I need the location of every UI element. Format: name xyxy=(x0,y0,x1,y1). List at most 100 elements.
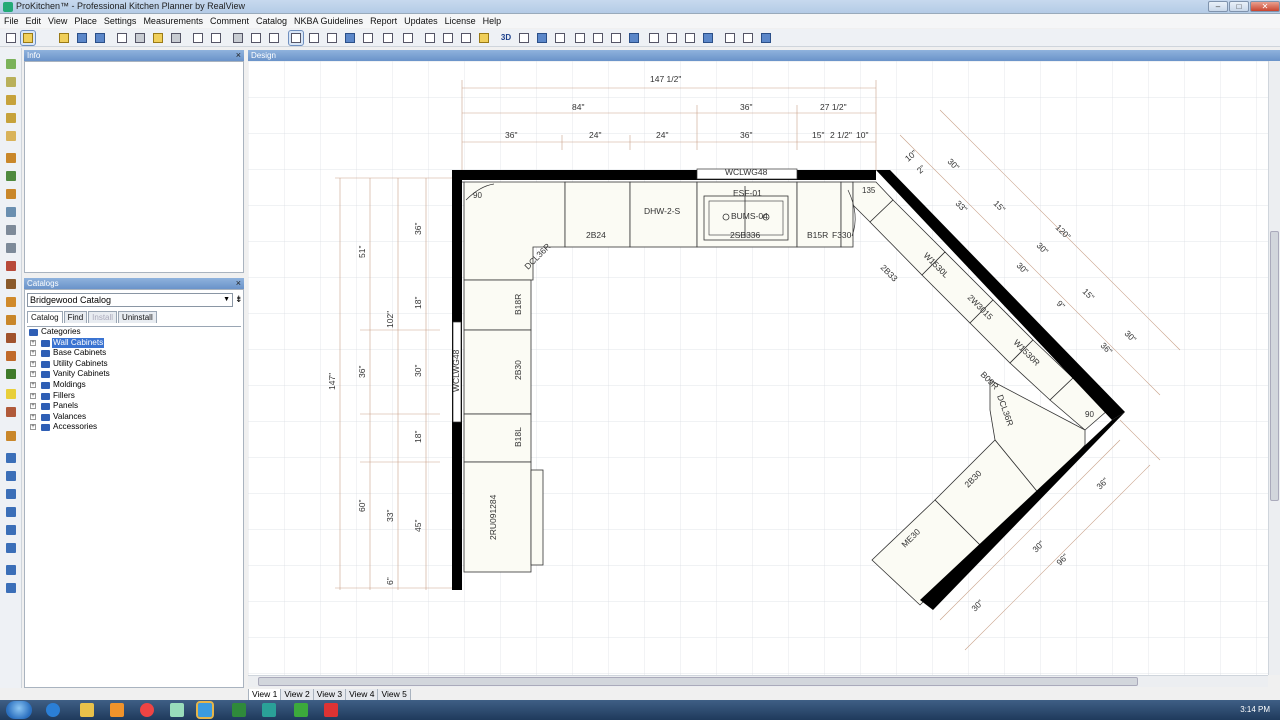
expand-icon[interactable]: + xyxy=(30,424,36,431)
tab-uninstall[interactable]: Uninstall xyxy=(118,311,157,323)
start-button[interactable] xyxy=(6,701,32,719)
menu-comment[interactable]: Comment xyxy=(206,14,252,26)
globe-icon[interactable] xyxy=(535,31,549,45)
horizontal-scrollbar[interactable] xyxy=(248,675,1268,687)
place-column-icon[interactable] xyxy=(5,206,17,218)
tree-item-utility-cabinets[interactable]: + Utility Cabinets xyxy=(27,359,241,370)
draw-l-wall-icon[interactable] xyxy=(5,112,17,124)
notes-icon[interactable] xyxy=(170,703,184,717)
tree-item-panels[interactable]: + Panels xyxy=(27,401,241,412)
close-button[interactable]: ✕ xyxy=(1250,1,1280,12)
place-appliance-icon[interactable] xyxy=(5,260,17,272)
zoom-previous-icon[interactable] xyxy=(401,31,415,45)
move-icon[interactable] xyxy=(5,564,17,576)
print-icon[interactable] xyxy=(231,31,245,45)
expand-icon[interactable]: + xyxy=(30,381,36,388)
elevation-icon[interactable] xyxy=(441,31,455,45)
file-explorer-icon[interactable] xyxy=(80,703,94,717)
delete-icon[interactable] xyxy=(169,31,183,45)
place-window-icon[interactable] xyxy=(5,170,17,182)
menu-settings[interactable]: Settings xyxy=(100,14,140,26)
pin-icon[interactable]: ⇟ xyxy=(235,294,243,305)
place-door-icon[interactable] xyxy=(5,152,17,164)
materials-icon[interactable] xyxy=(591,31,605,45)
dimension-vertical-icon[interactable] xyxy=(5,470,17,482)
place-sink-icon[interactable] xyxy=(5,242,17,254)
copy-icon[interactable] xyxy=(115,31,129,45)
new-file-icon[interactable] xyxy=(4,31,18,45)
camera-icon[interactable] xyxy=(553,31,567,45)
place-person-icon[interactable] xyxy=(5,406,17,418)
place-faucet-icon[interactable] xyxy=(5,224,17,236)
place-light-icon[interactable] xyxy=(5,388,17,400)
dimension-point-icon[interactable] xyxy=(5,506,17,518)
zoom-in-icon[interactable] xyxy=(325,31,339,45)
menu-license[interactable]: License xyxy=(441,14,479,26)
excel-icon[interactable] xyxy=(232,703,246,717)
render-icon[interactable] xyxy=(517,31,531,45)
draw-box-icon[interactable] xyxy=(5,130,17,142)
open-folder-icon[interactable] xyxy=(57,31,71,45)
page-setup-icon[interactable] xyxy=(267,31,281,45)
place-hood-icon[interactable] xyxy=(5,278,17,290)
tree-item-vanity-cabinets[interactable]: + Vanity Cabinets xyxy=(27,369,241,380)
design-canvas[interactable]: 147 1/2" 84" 36" 27 1/2" 36" 24" 24" 36"… xyxy=(248,61,1268,675)
catalog-panel-close-icon[interactable]: × xyxy=(236,278,241,289)
info-panel-close-icon[interactable]: × xyxy=(236,50,241,61)
place-countertop-icon[interactable] xyxy=(5,296,17,308)
horizontal-scroll-thumb[interactable] xyxy=(258,677,1138,686)
rotate-icon[interactable] xyxy=(5,582,17,594)
expand-icon[interactable]: + xyxy=(30,350,36,357)
menu-updates[interactable]: Updates xyxy=(400,14,441,26)
section-icon[interactable] xyxy=(459,31,473,45)
skype-icon[interactable] xyxy=(196,701,214,719)
properties-icon[interactable] xyxy=(723,31,737,45)
door-style-icon[interactable] xyxy=(627,31,641,45)
place-cabinet-icon[interactable] xyxy=(5,188,17,200)
menu-help[interactable]: Help xyxy=(479,14,505,26)
select-pointer-icon[interactable] xyxy=(288,30,304,46)
media-player-icon[interactable] xyxy=(110,703,124,717)
camtasia-green-icon[interactable] xyxy=(294,703,308,717)
tree-item-fillers[interactable]: + Fillers xyxy=(27,391,241,402)
place-accessory-icon[interactable] xyxy=(5,350,17,362)
draw-room-icon[interactable] xyxy=(5,94,17,106)
expand-icon[interactable]: + xyxy=(30,339,36,346)
paste-icon[interactable] xyxy=(151,31,165,45)
dimension-auto-icon[interactable] xyxy=(5,542,17,554)
tree-item-valances[interactable]: + Valances xyxy=(27,412,241,423)
tree-root[interactable]: Categories xyxy=(27,327,241,338)
open-file-icon[interactable] xyxy=(20,30,36,46)
zoom-extents-icon[interactable] xyxy=(361,31,375,45)
save-icon[interactable] xyxy=(75,31,89,45)
lighting-icon[interactable] xyxy=(609,31,623,45)
catalog-manager-icon[interactable] xyxy=(741,31,755,45)
maximize-button[interactable]: □ xyxy=(1229,1,1249,12)
save-as-icon[interactable] xyxy=(93,31,107,45)
menu-nkba-guidelines[interactable]: NKBA Guidelines xyxy=(290,14,366,26)
pan-icon[interactable] xyxy=(307,31,321,45)
menu-catalog[interactable]: Catalog xyxy=(252,14,290,26)
vertical-scrollbar[interactable] xyxy=(1268,61,1280,675)
place-plant-icon[interactable] xyxy=(5,368,17,380)
menu-edit[interactable]: Edit xyxy=(22,14,45,26)
print-preview-icon[interactable] xyxy=(249,31,263,45)
expand-icon[interactable]: + xyxy=(30,403,36,410)
internet-explorer-icon[interactable] xyxy=(46,703,60,717)
menu-view[interactable]: View xyxy=(44,14,70,26)
options-icon[interactable] xyxy=(683,31,697,45)
vertical-scroll-thumb[interactable] xyxy=(1270,231,1279,501)
draw-line-icon[interactable] xyxy=(5,76,17,88)
tree-item-accessories[interactable]: + Accessories xyxy=(27,422,241,433)
zoom-out-icon[interactable] xyxy=(343,31,357,45)
undo-icon[interactable] xyxy=(191,31,205,45)
tree-item-wall-cabinets[interactable]: + Wall Cabinets xyxy=(27,337,241,349)
menu-report[interactable]: Report xyxy=(366,14,400,26)
dimension-chain-icon[interactable] xyxy=(5,524,17,536)
grid-icon[interactable] xyxy=(701,31,715,45)
layers-icon[interactable] xyxy=(573,31,587,45)
minimize-button[interactable]: – xyxy=(1208,1,1228,12)
report-icon[interactable] xyxy=(647,31,661,45)
help-icon[interactable] xyxy=(759,31,773,45)
tab-catalog[interactable]: Catalog xyxy=(27,311,63,323)
